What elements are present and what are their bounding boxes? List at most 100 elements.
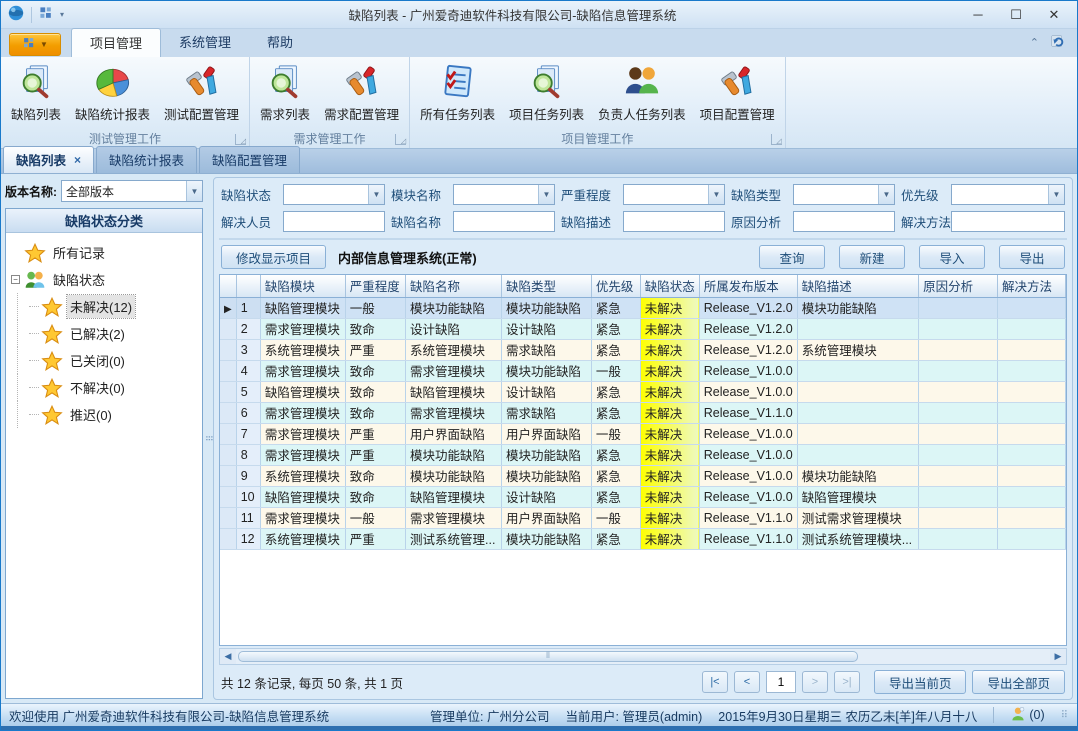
filter-text-input[interactable] <box>624 212 724 231</box>
table-row[interactable]: 2需求管理模块致命设计缺陷设计缺陷紧急未解决Release_V1.2.0 <box>220 318 1066 339</box>
page-number-input[interactable] <box>766 671 796 693</box>
table-row[interactable]: ▶1缺陷管理模块一般模块功能缺陷模块功能缺陷紧急未解决Release_V1.2.… <box>220 297 1066 318</box>
ribbon-tab-1[interactable]: 系统管理 <box>161 28 249 57</box>
document-tab-0[interactable]: 缺陷列表× <box>3 146 94 173</box>
filter-select-缺陷类型[interactable]: ▼ <box>793 184 895 205</box>
row-selector-cell[interactable] <box>220 381 236 402</box>
first-page-button[interactable]: |< <box>702 671 728 693</box>
filter-select-优先级[interactable]: ▼ <box>951 184 1065 205</box>
tree-expander-icon[interactable]: − <box>11 275 20 284</box>
table-row[interactable]: 5缺陷管理模块致命缺陷管理模块设计缺陷紧急未解决Release_V1.0.0 <box>220 381 1066 402</box>
maximize-button[interactable]: ☐ <box>999 4 1033 26</box>
row-selector-cell[interactable] <box>220 339 236 360</box>
ribbon-button-需求列表[interactable]: 需求列表 <box>254 60 316 125</box>
column-header-缺陷描述[interactable]: 缺陷描述 <box>797 275 918 297</box>
column-header-缺陷类型[interactable]: 缺陷类型 <box>501 275 591 297</box>
export-all-pages-button[interactable]: 导出全部页 <box>972 670 1065 694</box>
row-selector-cell[interactable] <box>220 444 236 465</box>
filter-text-input[interactable] <box>454 212 554 231</box>
filter-text-input[interactable] <box>952 212 1064 231</box>
close-tab-icon[interactable]: × <box>74 153 81 167</box>
table-row[interactable]: 7需求管理模块严重用户界面缺陷用户界面缺陷一般未解决Release_V1.0.0 <box>220 423 1066 444</box>
table-row[interactable]: 12系统管理模块严重测试系统管理...模块功能缺陷紧急未解决Release_V1… <box>220 528 1066 549</box>
column-header-原因分析[interactable]: 原因分析 <box>919 275 998 297</box>
table-row[interactable]: 4需求管理模块致命需求管理模块模块功能缺陷一般未解决Release_V1.0.0 <box>220 360 1066 381</box>
tree-item-推迟(0)[interactable]: 推迟(0) <box>8 401 200 428</box>
application-menu-button[interactable]: ▼ <box>9 33 61 56</box>
tree-item-未解决(12)[interactable]: 未解决(12) <box>8 293 200 320</box>
ribbon-button-项目配置管理[interactable]: 项目配置管理 <box>694 60 781 125</box>
column-header-缺陷模块[interactable]: 缺陷模块 <box>260 275 345 297</box>
chevron-down-icon[interactable]: ▼ <box>186 181 202 201</box>
row-selector-cell[interactable] <box>220 465 236 486</box>
filter-select-缺陷状态[interactable]: ▼ <box>283 184 385 205</box>
table-row[interactable]: 8需求管理模块严重模块功能缺陷模块功能缺陷紧急未解决Release_V1.0.0 <box>220 444 1066 465</box>
minimize-button[interactable]: ─ <box>961 4 995 26</box>
row-selector-cell[interactable] <box>220 528 236 549</box>
scroll-left-icon[interactable]: ◀ <box>220 649 236 664</box>
toolbar-button-新建[interactable]: 新建 <box>839 245 905 269</box>
ribbon-tab-0[interactable]: 项目管理 <box>71 28 161 57</box>
table-row[interactable]: 6需求管理模块致命需求管理模块需求缺陷紧急未解决Release_V1.1.0 <box>220 402 1066 423</box>
column-header-缺陷状态[interactable]: 缺陷状态 <box>640 275 699 297</box>
table-row[interactable]: 11需求管理模块一般需求管理模块用户界面缺陷一般未解决Release_V1.1.… <box>220 507 1066 528</box>
ribbon-button-需求配置管理[interactable]: 需求配置管理 <box>318 60 405 125</box>
column-header-严重程度[interactable]: 严重程度 <box>345 275 405 297</box>
next-page-button[interactable]: > <box>802 671 828 693</box>
tree-item-不解决(0)[interactable]: 不解决(0) <box>8 374 200 401</box>
ribbon-button-所有任务列表[interactable]: 所有任务列表 <box>414 60 501 125</box>
scroll-right-icon[interactable]: ▶ <box>1050 649 1066 664</box>
document-tab-2[interactable]: 缺陷配置管理 <box>199 146 300 173</box>
toolbar-button-导入[interactable]: 导入 <box>919 245 985 269</box>
table-row[interactable]: 3系统管理模块严重系统管理模块需求缺陷紧急未解决Release_V1.2.0系统… <box>220 339 1066 360</box>
vertical-splitter[interactable]: ⠿ <box>205 174 212 703</box>
row-selector-cell[interactable] <box>220 423 236 444</box>
chevron-down-icon[interactable]: ▼ <box>538 185 554 204</box>
column-header-缺陷名称[interactable]: 缺陷名称 <box>406 275 502 297</box>
toolbar-button-查询[interactable]: 查询 <box>759 245 825 269</box>
refresh-icon[interactable] <box>1049 32 1067 53</box>
filter-select-严重程度[interactable]: ▼ <box>623 184 725 205</box>
filter-text-input[interactable] <box>794 212 894 231</box>
tree-item-缺陷状态[interactable]: −缺陷状态 <box>8 266 200 293</box>
chevron-down-icon[interactable]: ▼ <box>368 185 384 204</box>
row-selector-cell[interactable] <box>220 507 236 528</box>
dialog-launcher-icon[interactable] <box>395 134 406 145</box>
table-row[interactable]: 9系统管理模块致命模块功能缺陷模块功能缺陷紧急未解决Release_V1.0.0… <box>220 465 1066 486</box>
ribbon-button-负责人任务列表[interactable]: 负责人任务列表 <box>592 60 692 125</box>
tree-item-所有记录[interactable]: 所有记录 <box>8 239 200 266</box>
ribbon-tab-2[interactable]: 帮助 <box>249 28 311 57</box>
document-tab-1[interactable]: 缺陷统计报表 <box>96 146 197 173</box>
close-button[interactable]: ✕ <box>1037 4 1071 26</box>
ribbon-button-缺陷列表[interactable]: 缺陷列表 <box>5 60 67 125</box>
chevron-down-icon[interactable]: ▼ <box>878 185 894 204</box>
filter-select-模块名称[interactable]: ▼ <box>453 184 555 205</box>
horizontal-scrollbar[interactable]: ◀ ▶ <box>219 648 1067 665</box>
last-page-button[interactable]: >| <box>834 671 860 693</box>
row-selector-cell[interactable] <box>220 402 236 423</box>
filter-text-input[interactable] <box>284 212 384 231</box>
row-selector-cell[interactable] <box>220 318 236 339</box>
row-selector-cell[interactable] <box>220 486 236 507</box>
tree-item-已关闭(0)[interactable]: 已关闭(0) <box>8 347 200 374</box>
resize-grip[interactable]: ⠿ <box>1061 710 1069 721</box>
ribbon-button-缺陷统计报表[interactable]: 缺陷统计报表 <box>69 60 156 125</box>
scrollbar-thumb[interactable] <box>238 651 858 662</box>
column-header-所属发布版本[interactable]: 所属发布版本 <box>699 275 797 297</box>
version-select[interactable]: 全部版本 ▼ <box>61 180 203 202</box>
chevron-down-icon[interactable]: ▼ <box>708 185 724 204</box>
export-current-page-button[interactable]: 导出当前页 <box>874 670 967 694</box>
ribbon-button-测试配置管理[interactable]: 测试配置管理 <box>158 60 245 125</box>
collapse-ribbon-icon[interactable]: ⌃ <box>1030 36 1039 49</box>
prev-page-button[interactable]: < <box>734 671 760 693</box>
tree-item-已解决(2)[interactable]: 已解决(2) <box>8 320 200 347</box>
row-selector-cell[interactable]: ▶ <box>220 297 236 318</box>
toolbar-button-导出[interactable]: 导出 <box>999 245 1065 269</box>
table-row[interactable]: 10缺陷管理模块致命缺陷管理模块设计缺陷紧急未解决Release_V1.0.0缺… <box>220 486 1066 507</box>
column-header-解决方法[interactable]: 解决方法 <box>998 275 1066 297</box>
modify-columns-button[interactable]: 修改显示项目 <box>221 245 326 269</box>
window-grid-icon[interactable] <box>38 5 54 24</box>
dialog-launcher-icon[interactable] <box>771 134 782 145</box>
row-selector-cell[interactable] <box>220 360 236 381</box>
dialog-launcher-icon[interactable] <box>235 134 246 145</box>
